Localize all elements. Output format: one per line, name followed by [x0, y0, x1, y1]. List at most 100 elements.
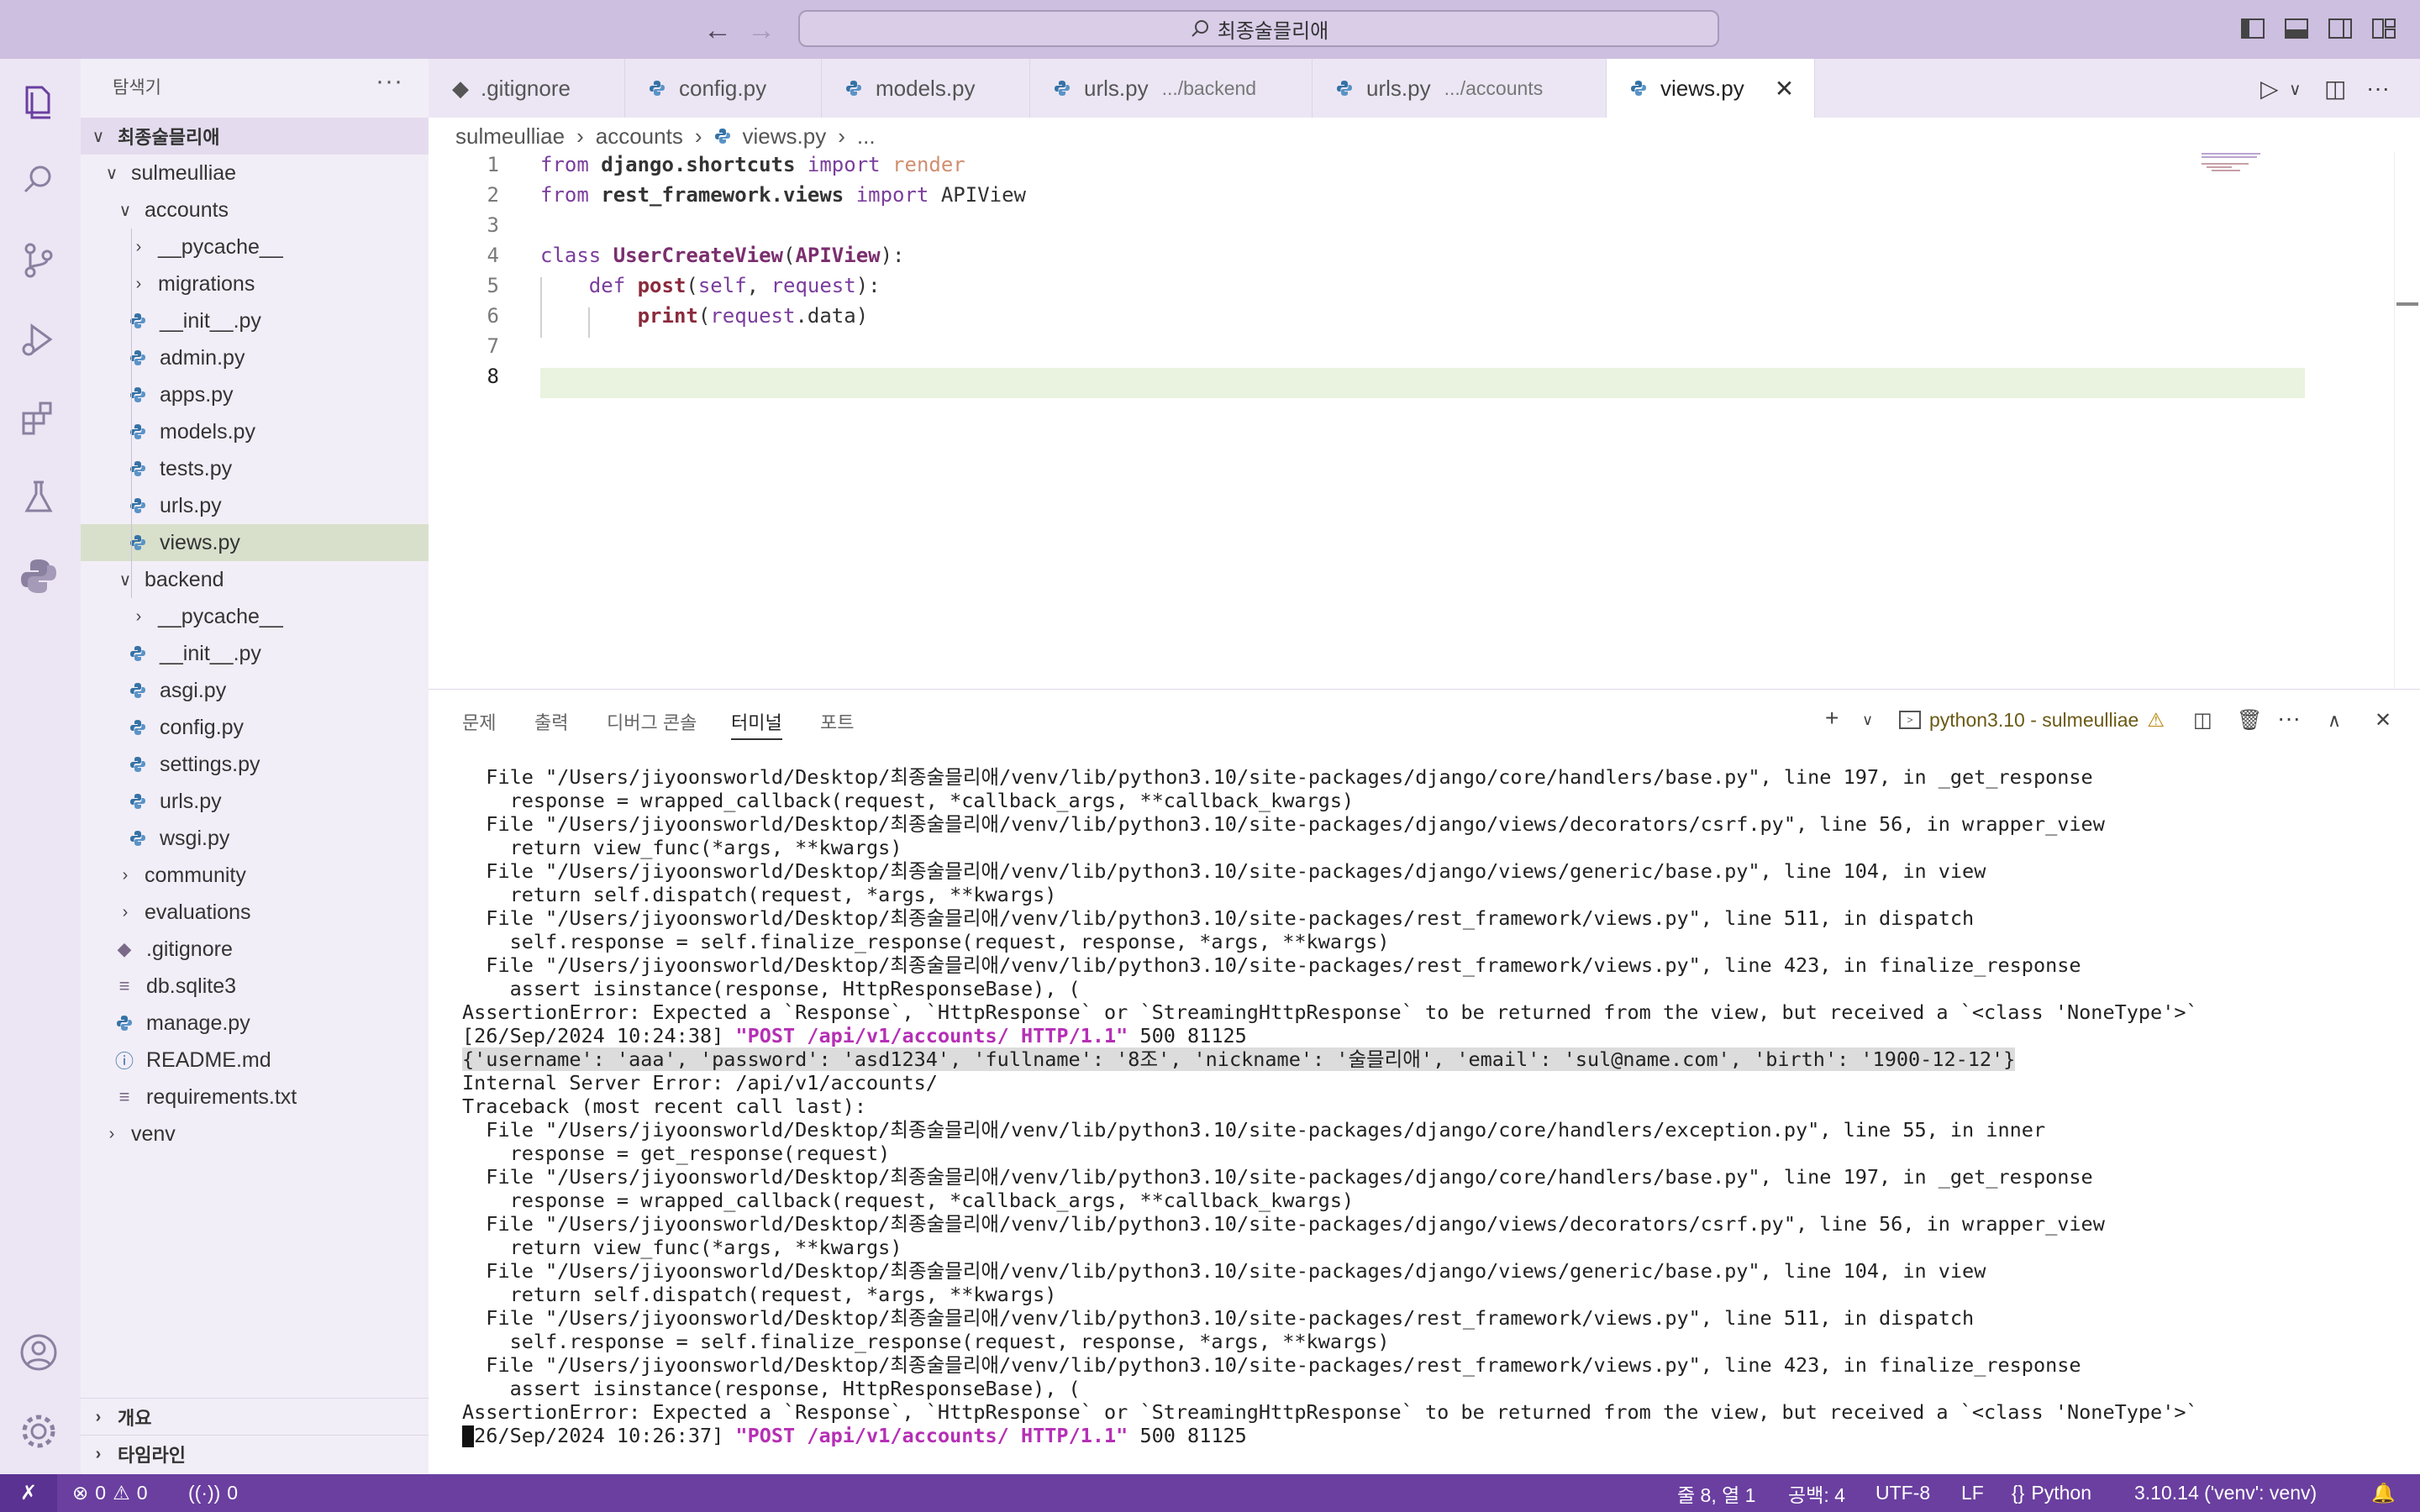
vertical-scrollbar[interactable] [2394, 151, 2420, 689]
tree-item[interactable]: models.py [81, 413, 429, 450]
tree-item[interactable]: manage.py [81, 1005, 429, 1042]
kill-terminal-trash-icon[interactable]: 🗑 [2237, 708, 2262, 732]
tree-root-folder[interactable]: ∨ 최종술믈리애 [81, 118, 429, 155]
ports-indicator[interactable]: ((·)) 0 [188, 1474, 238, 1512]
more-actions-icon[interactable]: ··· [2366, 75, 2390, 103]
more-actions-icon[interactable]: ··· [376, 67, 403, 96]
terminal-instance[interactable]: > python3.10 - sulmeulliae ⚠ [1899, 705, 2165, 735]
end-of-line[interactable]: LF [1961, 1474, 1984, 1512]
tab-urls-py-backend[interactable]: urls.py .../backend [1030, 59, 1313, 118]
tree-item[interactable]: ≡ db.sqlite3 [81, 968, 429, 1005]
tree-item[interactable]: › community [81, 857, 429, 894]
toggle-panel-icon[interactable] [2282, 14, 2311, 43]
minimap[interactable] [2200, 151, 2301, 185]
outline-section[interactable]: › 개요 [81, 1398, 429, 1436]
toggle-sidebar-icon[interactable] [2238, 14, 2267, 43]
explorer-icon[interactable] [15, 79, 66, 129]
tree-item[interactable]: › venv [81, 1116, 429, 1152]
warning-count: 0 [136, 1482, 148, 1504]
git-file-icon: ◆ [452, 75, 469, 101]
tab-config-py[interactable]: config.py [625, 59, 822, 118]
tree-item[interactable]: ∨ sulmeulliae [81, 155, 429, 192]
encoding[interactable]: UTF-8 [1876, 1474, 1930, 1512]
tree-item[interactable]: ⓘ README.md [81, 1042, 429, 1079]
search-icon[interactable] [15, 156, 66, 207]
command-center-search[interactable]: 최종술믈리애 [798, 10, 1719, 47]
breadcrumb-item[interactable]: ... [857, 123, 876, 150]
toggle-secondary-sidebar-icon[interactable] [2326, 14, 2354, 43]
split-editor-icon[interactable]: ◫ [2324, 75, 2346, 103]
breadcrumb-item[interactable]: accounts [596, 123, 683, 150]
indent-guide [131, 228, 132, 598]
tree-item[interactable]: ∨ backend [81, 561, 429, 598]
run-python-file-icon[interactable]: ▷ [2260, 75, 2279, 103]
tree-item[interactable]: › __pycache__ [81, 598, 429, 635]
tree-item[interactable]: asgi.py [81, 672, 429, 709]
remote-indicator-icon[interactable]: ✗ [0, 1474, 57, 1512]
back-arrow-icon[interactable]: ← [699, 12, 736, 49]
tree-item[interactable]: › migrations [81, 265, 429, 302]
tree-item[interactable]: config.py [81, 709, 429, 746]
tree-item-label: models.py [160, 419, 255, 444]
tab-terminal[interactable]: 터미널 [731, 708, 782, 740]
tab-views-py[interactable]: views.py ✕ [1607, 59, 1815, 118]
cursor-position[interactable]: 줄 8, 열 1 [1677, 1474, 1755, 1512]
more-actions-icon[interactable]: ··· [2277, 705, 2301, 732]
breadcrumb-item[interactable]: sulmeulliae [455, 123, 565, 150]
split-terminal-icon[interactable]: ◫ [2193, 708, 2212, 732]
timeline-section[interactable]: › 타임라인 [81, 1435, 429, 1473]
tab-urls-py-accounts[interactable]: urls.py .../accounts [1313, 59, 1607, 118]
line-number: 1 [487, 153, 499, 176]
current-line-highlight [540, 368, 2305, 398]
tree-item-label: community [145, 863, 246, 887]
tab-output[interactable]: 출력 [534, 708, 568, 735]
language-mode[interactable]: {} Python [2012, 1474, 2091, 1512]
tree-item[interactable]: › evaluations [81, 894, 429, 931]
tree-item[interactable]: ∨ accounts [81, 192, 429, 228]
extensions-icon[interactable] [15, 395, 66, 445]
tree-item[interactable]: __init__.py [81, 635, 429, 672]
tree-item[interactable]: ◆ .gitignore [81, 931, 429, 968]
tab-ports[interactable]: 포트 [820, 708, 854, 735]
account-icon[interactable] [15, 1329, 66, 1379]
python-interpreter[interactable]: 3.10.14 ('venv': venv) [2134, 1474, 2317, 1512]
run-debug-icon[interactable] [15, 316, 66, 366]
new-terminal-plus-icon[interactable]: + [1825, 705, 1839, 732]
forward-arrow-icon[interactable]: → [743, 12, 780, 49]
problems-indicator[interactable]: ⊗ 0 ⚠ 0 [72, 1474, 148, 1512]
breadcrumb-item[interactable]: views.py [743, 123, 827, 150]
python-file-icon [130, 498, 145, 513]
python-icon[interactable] [15, 553, 66, 603]
tree-item[interactable]: admin.py [81, 339, 429, 376]
tree-item[interactable]: urls.py [81, 487, 429, 524]
code-editor[interactable]: 1 2 3 4 5 6 7 8 from django.shortcuts im… [429, 151, 2420, 689]
settings-gear-icon[interactable] [15, 1408, 66, 1458]
tree-item[interactable]: __init__.py [81, 302, 429, 339]
tree-item[interactable]: apps.py [81, 376, 429, 413]
tree-item[interactable]: settings.py [81, 746, 429, 783]
tree-item-label: .gitignore [146, 937, 233, 961]
language-label: Python [2031, 1482, 2091, 1504]
customize-layout-icon[interactable] [2370, 14, 2398, 43]
testing-flask-icon[interactable] [15, 474, 66, 524]
tree-item[interactable]: › __pycache__ [81, 228, 429, 265]
notifications-bell-icon[interactable]: 🔔 [2371, 1474, 2396, 1512]
terminal-line: return view_func(*args, **kwargs) [462, 836, 902, 859]
tree-item-label: __init__.py [160, 641, 261, 665]
tab-models-py[interactable]: models.py [822, 59, 1030, 118]
tree-item[interactable]: wsgi.py [81, 820, 429, 857]
tab-debug-console[interactable]: 디버그 콘솔 [607, 708, 697, 735]
tree-item[interactable]: ≡ requirements.txt [81, 1079, 429, 1116]
tree-item[interactable]: urls.py [81, 783, 429, 820]
indentation[interactable]: 공백: 4 [1788, 1474, 1845, 1512]
tree-item[interactable]: views.py [81, 524, 429, 561]
source-control-icon[interactable] [15, 237, 66, 287]
run-dropdown-chevron-icon[interactable]: ∨ [2289, 79, 2302, 108]
terminal-dropdown-chevron-icon[interactable]: ∨ [1862, 711, 1873, 729]
tab-gitignore[interactable]: ◆ .gitignore [429, 59, 625, 118]
tree-item[interactable]: tests.py [81, 450, 429, 487]
close-panel-icon[interactable]: ✕ [2375, 708, 2391, 732]
maximize-panel-chevron-up-icon[interactable]: ∧ [2328, 710, 2341, 732]
tab-problems[interactable]: 문제 [462, 708, 496, 735]
close-icon[interactable]: ✕ [1775, 75, 1794, 102]
